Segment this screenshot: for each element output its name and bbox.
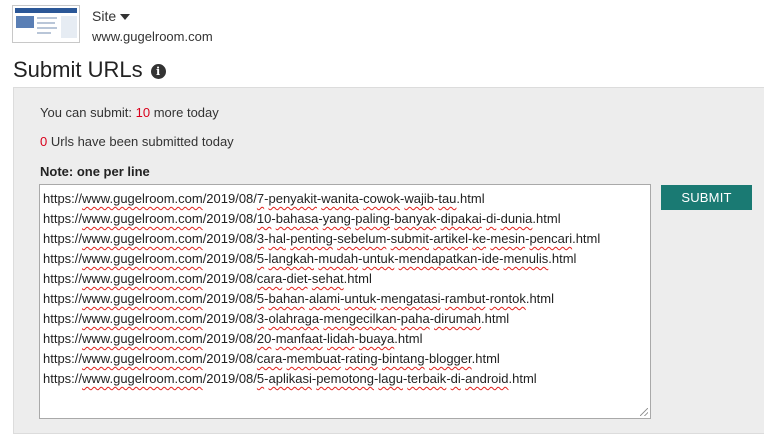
site-selector[interactable]: Site (92, 9, 213, 23)
remaining-count: 10 (135, 105, 151, 120)
url-line: https://www.gugelroom.com/2019/08/3-hal-… (43, 231, 601, 246)
submit-panel: You can submit: 10 more today 0 Urls hav… (13, 87, 764, 434)
chevron-down-icon (120, 14, 131, 20)
submit-quota-text: You can submit: 10 more today (40, 105, 219, 120)
info-icon[interactable]: i (150, 63, 166, 79)
url-line: https://www.gugelroom.com/2019/08/cara-d… (43, 271, 372, 286)
note-label: Note: one per line (40, 164, 150, 179)
url-line: https://www.gugelroom.com/2019/08/10-bah… (43, 211, 561, 226)
resize-handle-icon[interactable] (640, 408, 648, 416)
url-line: https://www.gugelroom.com/2019/08/cara-m… (43, 351, 500, 366)
submit-button[interactable]: SUBMIT (661, 185, 752, 210)
url-textarea[interactable]: https://www.gugelroom.com/2019/08/7-peny… (39, 184, 651, 419)
site-thumbnail (12, 5, 80, 43)
page-title: Submit URLs i (13, 57, 166, 83)
url-line: https://www.gugelroom.com/2019/08/7-peny… (43, 191, 485, 206)
site-selector-label: Site (92, 8, 117, 24)
site-url: www.gugelroom.com (92, 29, 213, 44)
site-header: Site www.gugelroom.com (12, 5, 213, 43)
url-list: https://www.gugelroom.com/2019/08/7-peny… (43, 189, 647, 389)
url-line: https://www.gugelroom.com/2019/08/5-baha… (43, 291, 555, 306)
site-meta: Site www.gugelroom.com (92, 5, 213, 43)
url-line: https://www.gugelroom.com/2019/08/5-lang… (43, 251, 577, 266)
page-title-text: Submit URLs (13, 57, 143, 82)
submitted-today-text: 0 Urls have been submitted today (40, 134, 234, 149)
url-line: https://www.gugelroom.com/2019/08/3-olah… (43, 311, 510, 326)
url-line: https://www.gugelroom.com/2019/08/20-man… (43, 331, 423, 346)
url-line: https://www.gugelroom.com/2019/08/5-apli… (43, 371, 537, 386)
